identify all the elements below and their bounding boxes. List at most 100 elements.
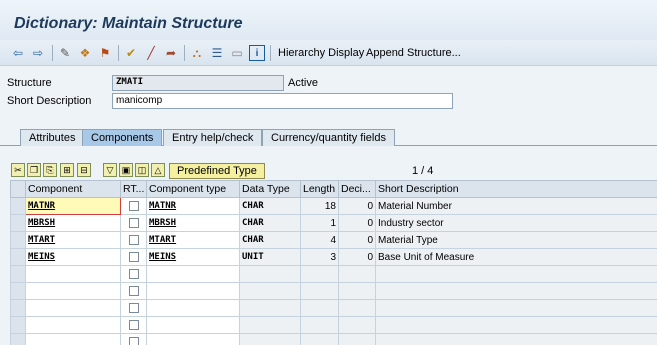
- column-header-rt[interactable]: RT...: [120, 180, 147, 198]
- deselect-icon[interactable]: ◫: [135, 163, 149, 177]
- table-row: MBRSH MBRSH CHAR 1 0 Industry sector: [10, 214, 657, 232]
- decimals-cell: [338, 299, 376, 317]
- row-selector[interactable]: [10, 265, 26, 283]
- tab-currency-quantity-fields[interactable]: Currency/quantity fields: [262, 129, 395, 146]
- rt-checkbox[interactable]: [129, 201, 139, 212]
- empty-table-row: [10, 299, 657, 317]
- column-header-decimals[interactable]: Deci...: [338, 180, 376, 198]
- component-cell[interactable]: MTART: [25, 231, 121, 249]
- rt-cell: [120, 231, 147, 249]
- tab-strip: Attributes Components Entry help/check C…: [0, 126, 657, 146]
- column-header-short-description[interactable]: Short Description: [375, 180, 657, 198]
- activate-icon[interactable]: ⚑: [97, 45, 113, 61]
- component-cell[interactable]: MBRSH: [25, 214, 121, 232]
- sort-icon[interactable]: ▽: [103, 163, 117, 177]
- rt-cell: [120, 265, 147, 283]
- select-all-icon[interactable]: ▣: [119, 163, 133, 177]
- column-header-component[interactable]: Component: [25, 180, 121, 198]
- column-header-data-type[interactable]: Data Type: [239, 180, 301, 198]
- short-description-field[interactable]: manicomp: [112, 93, 453, 109]
- data-type-cell: UNIT: [239, 248, 301, 266]
- row-selector[interactable]: [10, 214, 26, 232]
- hierarchy-display-button[interactable]: Hierarchy Display: [278, 47, 364, 59]
- predefined-type-button[interactable]: Predefined Type: [169, 163, 265, 179]
- empty-table-row: [10, 282, 657, 300]
- table-row: MTART MTART CHAR 4 0 Material Type: [10, 231, 657, 249]
- column-header-length[interactable]: Length: [300, 180, 339, 198]
- component-type-cell[interactable]: [146, 333, 240, 345]
- cut-icon[interactable]: ✂: [11, 163, 25, 177]
- rt-checkbox[interactable]: [129, 337, 139, 345]
- component-type-cell[interactable]: [146, 282, 240, 300]
- row-selector[interactable]: [10, 299, 26, 317]
- component-type-cell[interactable]: MEINS: [146, 248, 240, 266]
- short-description-cell: Material Type: [375, 231, 657, 249]
- component-cell[interactable]: [25, 299, 121, 317]
- toolbar-separator: [52, 45, 53, 61]
- empty-table-row: [10, 316, 657, 334]
- rt-checkbox[interactable]: [129, 269, 139, 280]
- component-cell[interactable]: [25, 316, 121, 334]
- length-cell: [300, 333, 339, 345]
- row-selector[interactable]: [10, 316, 26, 334]
- tab-entry-help-check[interactable]: Entry help/check: [163, 129, 263, 146]
- rt-checkbox[interactable]: [129, 218, 139, 229]
- check-icon[interactable]: ✔: [123, 45, 139, 61]
- decimals-cell: 0: [338, 248, 376, 266]
- move-up-icon[interactable]: △: [151, 163, 165, 177]
- component-type-cell[interactable]: [146, 299, 240, 317]
- component-type-cell[interactable]: MATNR: [146, 197, 240, 215]
- component-type-cell[interactable]: MTART: [146, 231, 240, 249]
- row-selector-header[interactable]: [10, 180, 26, 198]
- rt-checkbox[interactable]: [129, 303, 139, 314]
- component-cell[interactable]: [25, 265, 121, 283]
- component-cell[interactable]: [25, 333, 121, 345]
- component-type-cell[interactable]: MBRSH: [146, 214, 240, 232]
- rt-checkbox[interactable]: [129, 252, 139, 263]
- list-icon[interactable]: ☰: [209, 45, 225, 61]
- hierarchy-icon[interactable]: ⛬: [189, 45, 205, 61]
- components-table: Component RT... Component type Data Type…: [10, 180, 657, 345]
- table-row: MATNR MATNR CHAR 18 0 Material Number: [10, 197, 657, 215]
- tab-attributes[interactable]: Attributes: [20, 129, 85, 146]
- row-selector[interactable]: [10, 282, 26, 300]
- column-header-component-type[interactable]: Component type: [146, 180, 240, 198]
- decimals-cell: 0: [338, 214, 376, 232]
- rt-cell: [120, 316, 147, 334]
- insert-row-icon[interactable]: ⊞: [60, 163, 74, 177]
- append-structure-button[interactable]: Append Structure...: [366, 47, 461, 59]
- rt-checkbox[interactable]: [129, 286, 139, 297]
- row-selector[interactable]: [10, 333, 26, 345]
- window-icon[interactable]: ▭: [229, 45, 245, 61]
- info-icon[interactable]: i: [249, 45, 265, 61]
- component-cell[interactable]: MATNR: [25, 197, 121, 215]
- forward-arrow-icon[interactable]: ⇨: [30, 45, 46, 61]
- rt-cell: [120, 248, 147, 266]
- row-selector[interactable]: [10, 231, 26, 249]
- rt-checkbox[interactable]: [129, 235, 139, 246]
- data-type-cell: CHAR: [239, 231, 301, 249]
- data-type-cell: [239, 282, 301, 300]
- page-counter: 1 / 4: [412, 165, 434, 177]
- component-cell[interactable]: MEINS: [25, 248, 121, 266]
- other-object-icon[interactable]: ❖: [77, 45, 93, 61]
- copy-icon[interactable]: ❐: [27, 163, 41, 177]
- row-selector[interactable]: [10, 197, 26, 215]
- tab-components[interactable]: Components: [82, 129, 163, 146]
- back-arrow-icon[interactable]: ⇦: [10, 45, 26, 61]
- delete-row-icon[interactable]: ⊟: [77, 163, 91, 177]
- component-type-cell[interactable]: [146, 265, 240, 283]
- short-description-cell: [375, 265, 657, 283]
- paste-icon[interactable]: ⎘: [43, 163, 57, 177]
- row-selector[interactable]: [10, 248, 26, 266]
- decimals-cell: [338, 265, 376, 283]
- edit-icon[interactable]: ╱: [143, 45, 159, 61]
- short-description-cell: [375, 282, 657, 300]
- decimals-cell: [338, 316, 376, 334]
- rt-checkbox[interactable]: [129, 320, 139, 331]
- toolbar-separator: [270, 45, 271, 61]
- where-used-icon[interactable]: ➦: [163, 45, 179, 61]
- component-cell[interactable]: [25, 282, 121, 300]
- component-type-cell[interactable]: [146, 316, 240, 334]
- display-change-icon[interactable]: ✎: [57, 45, 73, 61]
